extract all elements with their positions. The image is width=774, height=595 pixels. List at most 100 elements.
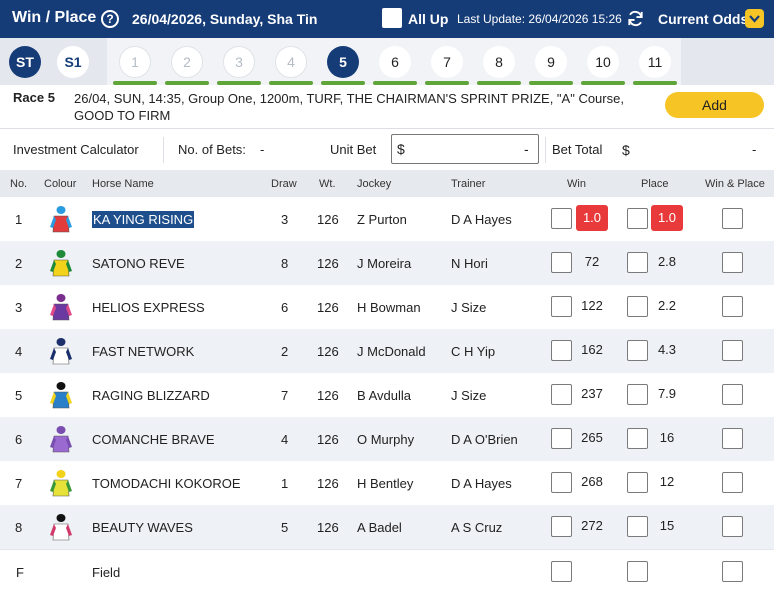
win-odds[interactable]: 265 [576, 425, 608, 451]
place-odds[interactable]: 1.0 [651, 205, 683, 231]
horse-name-text: KA YING RISING [92, 211, 195, 228]
table-row: 7 TOMODACHI KOKOROE 1 126 H Bentley D A Hayes… [0, 461, 774, 505]
trainer: D A O'Brien [451, 432, 518, 447]
runner-no: 4 [15, 344, 23, 359]
jockey-silk-icon [50, 294, 72, 321]
win-checkbox[interactable] [551, 428, 572, 449]
jockey-silk-icon [50, 338, 72, 365]
race-tab-11[interactable]: 11 [639, 46, 671, 78]
win-odds[interactable]: 122 [576, 293, 608, 319]
add-button[interactable]: Add [665, 92, 764, 118]
win-place-checkbox[interactable] [722, 428, 743, 449]
horse-name-text: BEAUTY WAVES [92, 520, 193, 535]
horse-name[interactable]: RAGING BLIZZARD [92, 388, 210, 403]
place-odds[interactable]: 4.3 [651, 337, 683, 363]
field-win-checkbox[interactable] [551, 561, 572, 582]
tab-s1[interactable]: S1 [57, 46, 89, 78]
place-odds[interactable]: 2.8 [651, 249, 683, 275]
race-info: Race 5 26/04, SUN, 14:35, Group One, 120… [0, 85, 774, 127]
col-horse: Horse Name [92, 178, 154, 190]
race-tab-5[interactable]: 5 [327, 46, 359, 78]
top-header: Win / Place ? 26/04/2026, Sunday, Sha Ti… [0, 0, 774, 38]
horse-name-text: TOMODACHI KOKOROE [92, 476, 241, 491]
place-checkbox[interactable] [627, 428, 648, 449]
field-place-checkbox[interactable] [627, 561, 648, 582]
col-win: Win [567, 178, 586, 190]
chevron-down-icon[interactable] [745, 9, 764, 28]
place-odds[interactable]: 16 [651, 425, 683, 451]
win-place-checkbox[interactable] [722, 340, 743, 361]
race-tab-8[interactable]: 8 [483, 46, 515, 78]
col-draw: Draw [271, 178, 297, 190]
odds-type-label[interactable]: Current Odds [658, 11, 748, 27]
col-no: No. [10, 178, 28, 190]
place-odds[interactable]: 15 [651, 513, 683, 539]
place-checkbox[interactable] [627, 208, 648, 229]
place-checkbox[interactable] [627, 516, 648, 537]
win-odds[interactable]: 272 [576, 513, 608, 539]
win-checkbox[interactable] [551, 384, 572, 405]
place-checkbox[interactable] [627, 340, 648, 361]
win-place-checkbox[interactable] [722, 296, 743, 317]
race-tab-9[interactable]: 9 [535, 46, 567, 78]
horse-name[interactable]: BEAUTY WAVES [92, 520, 193, 535]
win-checkbox[interactable] [551, 340, 572, 361]
all-up-checkbox[interactable] [382, 8, 402, 28]
field-win-place-checkbox[interactable] [722, 561, 743, 582]
win-checkbox[interactable] [551, 252, 572, 273]
horse-name[interactable]: KA YING RISING [92, 211, 195, 228]
race-tab-2[interactable]: 2 [171, 46, 203, 78]
race-tab-3[interactable]: 3 [223, 46, 255, 78]
refresh-icon[interactable] [626, 9, 645, 28]
horse-name[interactable]: SATONO REVE [92, 256, 185, 271]
page-title: Win / Place [12, 9, 97, 26]
win-odds[interactable]: 72 [576, 249, 608, 275]
win-odds[interactable]: 268 [576, 469, 608, 495]
win-checkbox[interactable] [551, 296, 572, 317]
meeting-date: 26/04/2026, Sunday, Sha Tin [132, 11, 318, 27]
table-row: 1 KA YING RISING 3 126 Z Purton D A Hayes 1.0 1… [0, 197, 774, 241]
place-odds[interactable]: 2.2 [651, 293, 683, 319]
win-checkbox[interactable] [551, 516, 572, 537]
win-place-checkbox[interactable] [722, 208, 743, 229]
place-checkbox[interactable] [627, 296, 648, 317]
question-circle-icon[interactable]: ? [101, 10, 119, 28]
race-tab-4[interactable]: 4 [275, 46, 307, 78]
race-tab-6[interactable]: 6 [379, 46, 411, 78]
win-checkbox[interactable] [551, 472, 572, 493]
win-odds[interactable]: 1.0 [576, 205, 608, 231]
win-place-checkbox[interactable] [722, 252, 743, 273]
race-tab-1[interactable]: 1 [119, 46, 151, 78]
race-tab-10[interactable]: 10 [587, 46, 619, 78]
race-tab-7[interactable]: 7 [431, 46, 463, 78]
horse-name-text: FAST NETWORK [92, 344, 195, 359]
horse-name[interactable]: HELIOS EXPRESS [92, 300, 205, 315]
draw: 8 [281, 256, 289, 271]
horse-name[interactable]: TOMODACHI KOKOROE [92, 476, 241, 491]
field-label: Field [92, 565, 121, 580]
draw: 4 [281, 432, 289, 447]
jockey-silk-icon [50, 514, 72, 541]
horse-name[interactable]: FAST NETWORK [92, 344, 194, 359]
jockey-silk-icon [50, 426, 72, 453]
horse-name[interactable]: COMANCHE BRAVE [92, 432, 215, 447]
win-place-checkbox[interactable] [722, 516, 743, 537]
win-checkbox[interactable] [551, 208, 572, 229]
place-checkbox[interactable] [627, 472, 648, 493]
table-header: No. Colour Horse Name Draw Wt. Jockey Tr… [0, 170, 774, 197]
all-up-label: All Up [408, 11, 449, 27]
jockey: Z Purton [357, 212, 407, 227]
place-checkbox[interactable] [627, 384, 648, 405]
win-place-checkbox[interactable] [722, 472, 743, 493]
trainer: J Size [451, 388, 487, 403]
place-odds[interactable]: 12 [651, 469, 683, 495]
weight: 126 [317, 476, 339, 491]
win-odds[interactable]: 237 [576, 381, 608, 407]
place-checkbox[interactable] [627, 252, 648, 273]
trainer: J Size [451, 300, 487, 315]
tab-st[interactable]: ST [9, 46, 41, 78]
unit-bet-input[interactable] [391, 134, 539, 164]
win-place-checkbox[interactable] [722, 384, 743, 405]
win-odds[interactable]: 162 [576, 337, 608, 363]
place-odds[interactable]: 7.9 [651, 381, 683, 407]
